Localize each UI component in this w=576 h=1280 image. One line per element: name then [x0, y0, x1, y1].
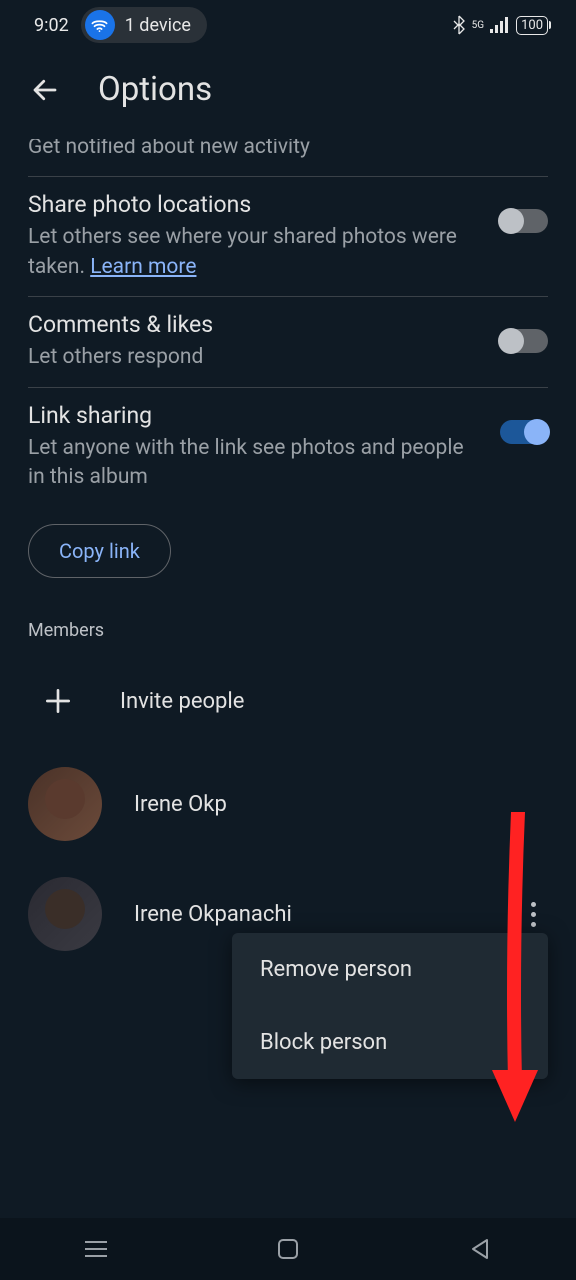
invite-label: Invite people [120, 689, 548, 714]
signal-label: 5G [472, 20, 484, 31]
member-row[interactable]: Irene Okp [0, 749, 576, 859]
locations-toggle[interactable] [500, 209, 548, 233]
locations-title: Share photo locations [28, 191, 480, 218]
bluetooth-icon [452, 15, 466, 35]
wifi-icon [85, 10, 115, 40]
members-section-title: Members [0, 608, 576, 653]
plus-icon [28, 671, 88, 731]
status-indicators: 5G 100 [452, 15, 548, 35]
comments-title: Comments & likes [28, 311, 480, 338]
member-context-menu: Remove person Block person [232, 933, 548, 1079]
copy-link-button[interactable]: Copy link [28, 524, 171, 578]
status-bar: 9:02 1 device 5G 100 [0, 0, 576, 50]
status-time: 9:02 [34, 15, 69, 36]
recent-apps-button[interactable] [81, 1234, 111, 1264]
navigation-bar [0, 1218, 576, 1280]
battery-indicator: 100 [516, 16, 548, 35]
device-count: 1 device [125, 15, 191, 36]
page-title: Options [98, 70, 212, 109]
remove-person-item[interactable]: Remove person [232, 933, 548, 1006]
link-title: Link sharing [28, 402, 480, 429]
signal-icon [490, 17, 510, 33]
setting-share-locations[interactable]: Share photo locations Let others see whe… [28, 177, 548, 297]
avatar [28, 767, 102, 841]
comments-desc: Let others respond [28, 343, 480, 372]
home-button[interactable] [273, 1234, 303, 1264]
setting-notifications[interactable]: Get notified about new activity [28, 139, 548, 177]
comments-toggle[interactable] [500, 329, 548, 353]
back-nav-button[interactable] [465, 1234, 495, 1264]
link-desc: Let anyone with the link see photos and … [28, 434, 480, 493]
invite-people-row[interactable]: Invite people [0, 653, 576, 749]
link-sharing-toggle[interactable] [500, 420, 548, 444]
member-name: Irene Okpanachi [134, 902, 486, 927]
setting-link-sharing[interactable]: Link sharing Let anyone with the link se… [28, 388, 548, 507]
member-name: Irene Okp [134, 792, 548, 817]
setting-notify-title: Get notified about new activity [28, 139, 528, 162]
device-indicator[interactable]: 1 device [81, 7, 207, 43]
app-header: Options [0, 50, 576, 139]
block-person-item[interactable]: Block person [232, 1006, 548, 1079]
setting-comments-likes[interactable]: Comments & likes Let others respond [28, 297, 548, 387]
locations-desc: Let others see where your shared photos … [28, 223, 480, 282]
avatar [28, 877, 102, 951]
learn-more-link[interactable]: Learn more [90, 255, 196, 279]
more-options-button[interactable] [518, 902, 548, 927]
back-button[interactable] [30, 74, 62, 106]
